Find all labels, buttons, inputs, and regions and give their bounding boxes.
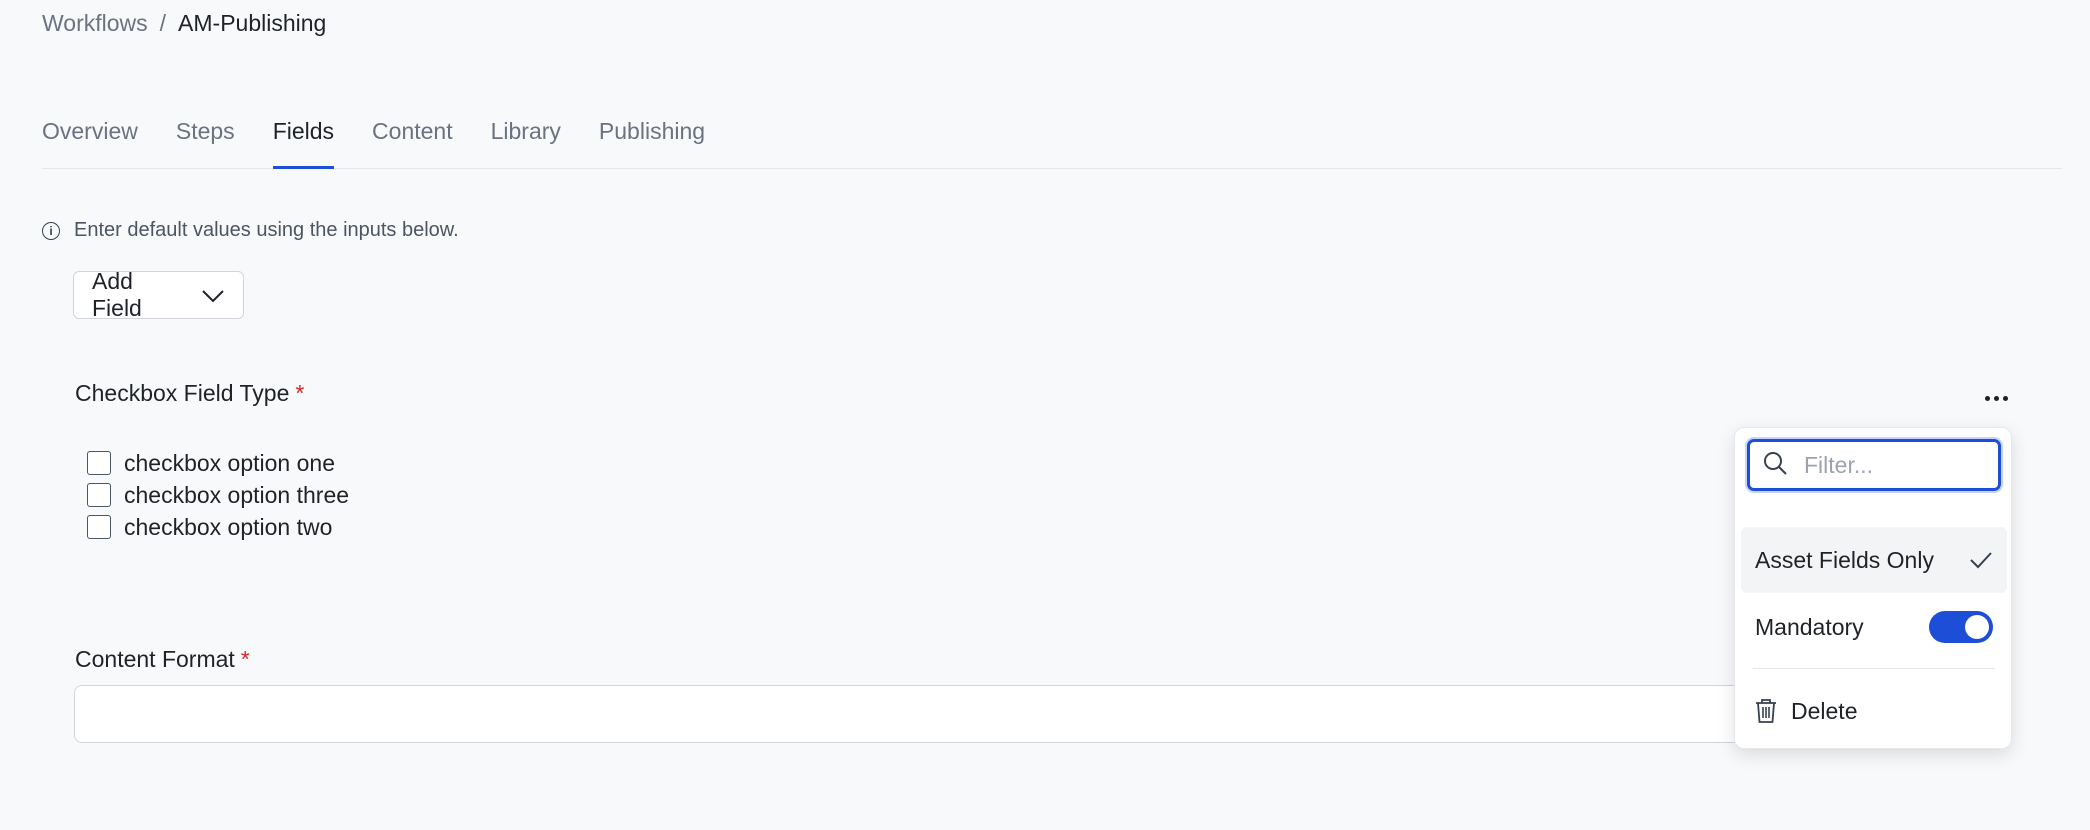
info-text: Enter default values using the inputs be… xyxy=(74,219,459,241)
asset-fields-only-label: Asset Fields Only xyxy=(1755,546,1934,573)
check-icon xyxy=(1969,550,1993,570)
filter-field[interactable] xyxy=(1747,439,2001,491)
delete-option[interactable]: Delete xyxy=(1741,678,2007,744)
breadcrumb: Workflows / AM-Publishing xyxy=(42,10,326,37)
search-icon xyxy=(1762,450,1788,481)
breadcrumb-separator: / xyxy=(159,10,167,36)
more-options-icon[interactable] xyxy=(1981,385,2011,411)
content-format-label: Content Format * xyxy=(75,646,250,673)
menu-divider xyxy=(1753,668,1995,669)
checkbox-label: checkbox option one xyxy=(124,449,335,476)
breadcrumb-workflows-link[interactable]: Workflows xyxy=(42,10,148,37)
checkbox[interactable] xyxy=(87,483,111,507)
tab-content[interactable]: Content xyxy=(372,118,453,168)
checkbox-field-label: Checkbox Field Type * xyxy=(75,380,304,407)
filter-input[interactable] xyxy=(1802,450,1976,480)
checkbox[interactable] xyxy=(87,451,111,475)
add-field-label: Add Field xyxy=(92,268,142,321)
toggle-knob xyxy=(1965,615,1989,639)
asset-fields-only-option[interactable]: Asset Fields Only xyxy=(1741,527,2007,593)
info-icon: i xyxy=(42,221,60,240)
checkbox[interactable] xyxy=(87,515,111,539)
checkbox-option[interactable]: checkbox option two xyxy=(87,511,349,543)
mandatory-toggle[interactable] xyxy=(1929,611,1993,643)
chevron-down-icon xyxy=(201,282,225,309)
checkbox-field-title: Checkbox Field Type xyxy=(75,380,290,406)
tab-steps[interactable]: Steps xyxy=(176,118,235,168)
checkbox-label: checkbox option three xyxy=(124,481,350,508)
tab-publishing[interactable]: Publishing xyxy=(599,118,705,168)
mandatory-option[interactable]: Mandatory xyxy=(1741,594,2007,660)
add-field-button[interactable]: Add Field xyxy=(73,268,244,321)
checkbox-list: checkbox option one checkbox option thre… xyxy=(87,447,349,543)
required-asterisk: * xyxy=(295,380,305,406)
tab-overview[interactable]: Overview xyxy=(42,118,138,168)
tab-bar: Overview Steps Fields Content Library Pu… xyxy=(42,118,2062,169)
trash-icon xyxy=(1755,698,1777,724)
tab-fields[interactable]: Fields xyxy=(272,118,335,169)
delete-label: Delete xyxy=(1791,697,1858,724)
field-options-menu: Asset Fields Only Mandatory Delete xyxy=(1734,427,2012,749)
content-format-input[interactable] xyxy=(74,685,1764,743)
checkbox-label: checkbox option two xyxy=(124,513,333,540)
tab-library[interactable]: Library xyxy=(491,118,561,168)
required-asterisk: * xyxy=(240,646,250,672)
info-message: i Enter default values using the inputs … xyxy=(42,219,459,242)
breadcrumb-current: AM-Publishing xyxy=(178,10,327,36)
content-format-title: Content Format xyxy=(75,646,235,672)
checkbox-option[interactable]: checkbox option one xyxy=(87,447,349,479)
mandatory-label: Mandatory xyxy=(1755,613,1864,640)
checkbox-option[interactable]: checkbox option three xyxy=(87,479,349,511)
